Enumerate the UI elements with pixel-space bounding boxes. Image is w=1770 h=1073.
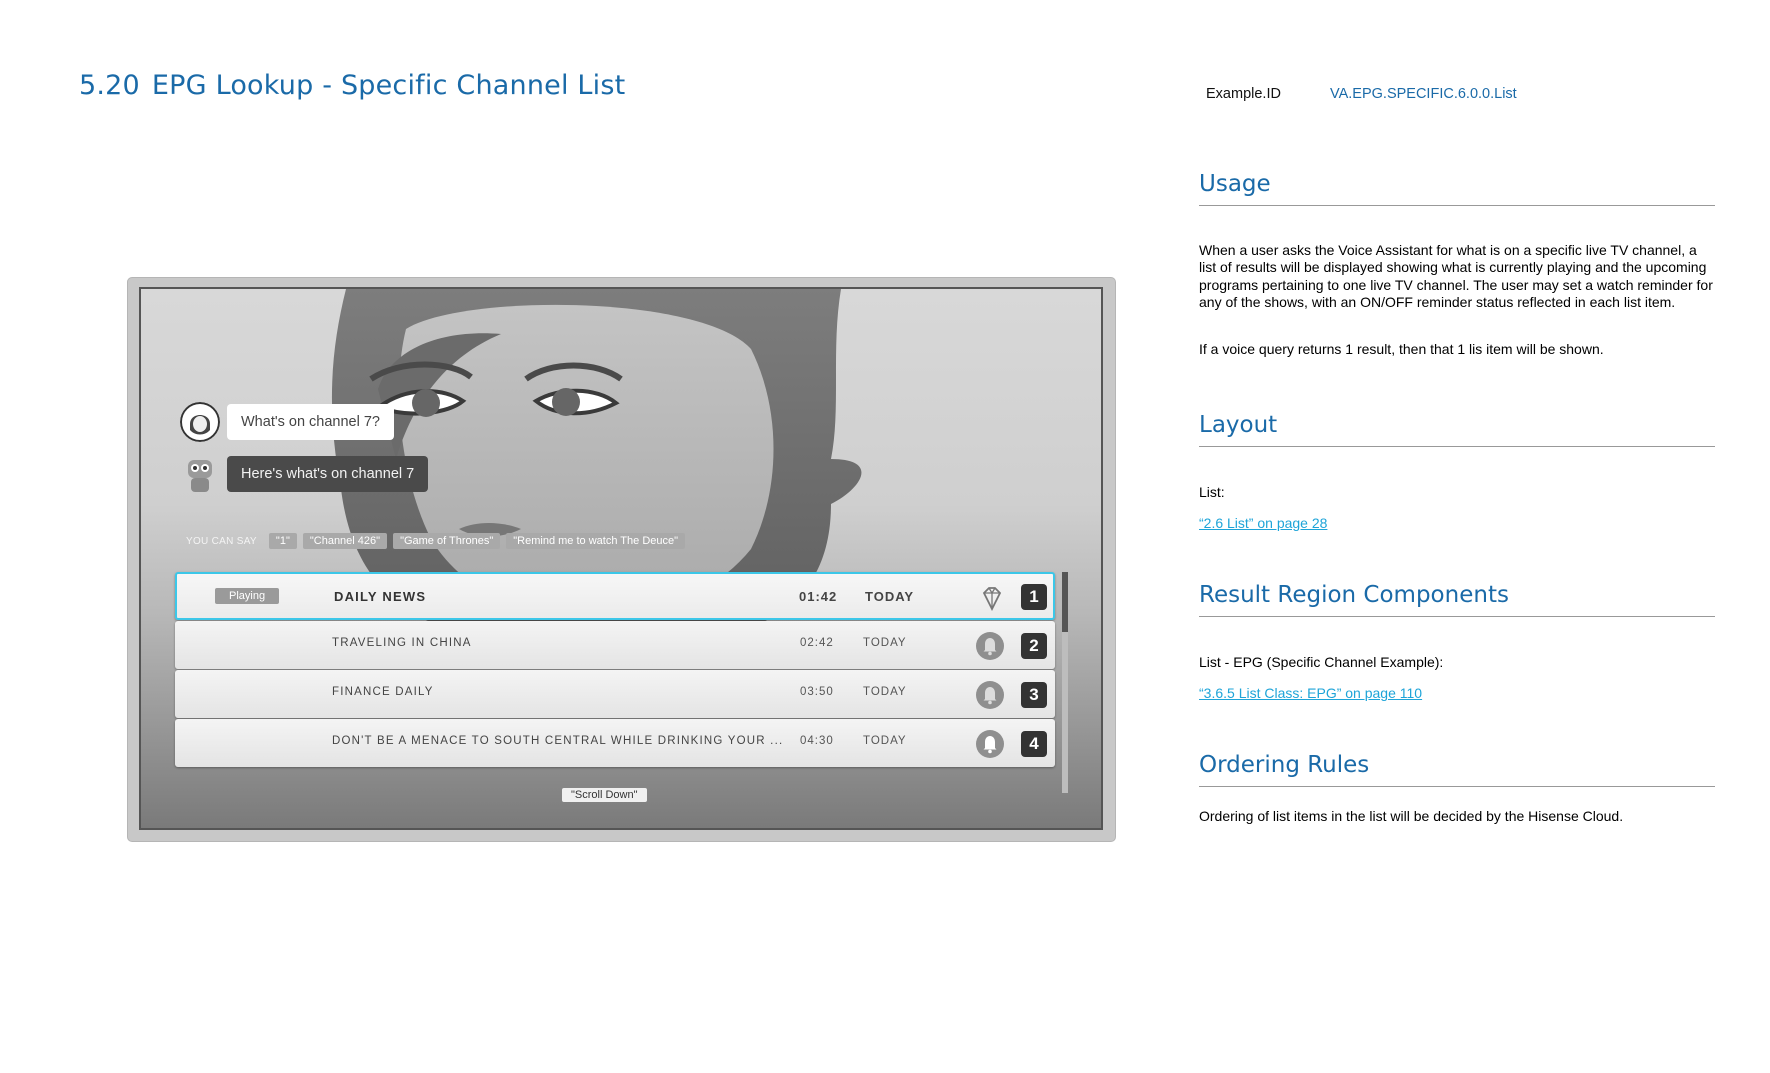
bell-icon[interactable] bbox=[975, 631, 1005, 661]
program-time: 04:30 bbox=[800, 735, 834, 747]
assistant-reply-bubble: Here's what's on channel 7 bbox=[227, 456, 429, 492]
ordering-text: Ordering of list items in the list will … bbox=[1199, 808, 1624, 824]
result-region-label: List - EPG (Specific Channel Example): bbox=[1199, 654, 1444, 670]
tv-screen: What's on channel 7? Here's what's on ch… bbox=[139, 287, 1103, 830]
layout-link[interactable]: “2.6 List” on page 28 bbox=[1199, 515, 1327, 531]
item-number: 3 bbox=[1021, 682, 1047, 708]
program-time: 03:50 bbox=[800, 686, 834, 698]
usage-paragraph-1: When a user asks the Voice Assistant for… bbox=[1199, 242, 1713, 311]
section-number: 5.20 bbox=[79, 70, 140, 101]
usage-paragraph-2: If a voice query returns 1 result, then … bbox=[1199, 341, 1604, 357]
diamond-icon bbox=[982, 587, 1002, 612]
program-title: TRAVELING IN CHINA bbox=[332, 637, 472, 649]
program-day: TODAY bbox=[863, 637, 907, 649]
program-day: TODAY bbox=[865, 589, 915, 604]
user-query-row: What's on channel 7? bbox=[180, 402, 394, 442]
result-region-link[interactable]: “3.6.5 List Class: EPG” on page 110 bbox=[1199, 685, 1422, 701]
assistant-robot-icon bbox=[188, 460, 212, 492]
bell-icon[interactable] bbox=[975, 680, 1005, 710]
user-avatar-icon bbox=[180, 402, 220, 442]
epg-list-item[interactable]: FINANCE DAILY 03:50 TODAY 3 bbox=[175, 670, 1055, 718]
item-number: 2 bbox=[1021, 633, 1047, 659]
you-can-say-label: YOU CAN SAY bbox=[186, 535, 257, 547]
bell-icon[interactable] bbox=[975, 729, 1005, 759]
program-title: DAILY NEWS bbox=[334, 589, 427, 604]
assistant-reply-row: Here's what's on channel 7 bbox=[180, 454, 429, 494]
section-title: EPG Lookup - Specific Channel List bbox=[151, 70, 626, 101]
program-day: TODAY bbox=[863, 735, 907, 747]
item-number: 4 bbox=[1021, 731, 1047, 757]
epg-list-item[interactable]: TRAVELING IN CHINA 02:42 TODAY 2 bbox=[175, 621, 1055, 669]
scroll-down-hint[interactable]: "Scroll Down" bbox=[562, 788, 647, 802]
item-number: 1 bbox=[1021, 584, 1047, 610]
user-query-bubble: What's on channel 7? bbox=[227, 404, 394, 440]
example-id-label: Example.ID bbox=[1206, 86, 1281, 102]
program-day: TODAY bbox=[863, 686, 907, 698]
epg-list-item[interactable]: DON'T BE A MENACE TO SOUTH CENTRAL WHILE… bbox=[175, 719, 1055, 767]
you-can-say-bar: YOU CAN SAY "1" "Channel 426" "Game of T… bbox=[186, 533, 686, 549]
result-region-heading: Result Region Components bbox=[1199, 582, 1715, 617]
epg-list-item[interactable]: Playing DAILY NEWS 01:42 TODAY 1 bbox=[175, 572, 1055, 620]
playing-badge: Playing bbox=[215, 588, 280, 604]
suggestion-chip[interactable]: "Remind me to watch The Deuce" bbox=[506, 533, 686, 549]
page-title: 5.20 EPG Lookup - Specific Channel List bbox=[79, 70, 625, 101]
example-id-value: VA.EPG.SPECIFIC.6.0.0.List bbox=[1330, 86, 1517, 102]
list-scrollbar[interactable] bbox=[1062, 572, 1068, 793]
suggestion-chip[interactable]: "Channel 426" bbox=[302, 533, 388, 549]
layout-label: List: bbox=[1199, 484, 1225, 500]
program-time: 01:42 bbox=[799, 589, 838, 604]
scrollbar-thumb[interactable] bbox=[1062, 572, 1068, 632]
program-title: FINANCE DAILY bbox=[332, 686, 434, 698]
tv-mockup: What's on channel 7? Here's what's on ch… bbox=[128, 278, 1115, 841]
usage-heading: Usage bbox=[1199, 171, 1715, 206]
program-time: 02:42 bbox=[800, 637, 834, 649]
suggestion-chip[interactable]: "1" bbox=[268, 533, 297, 549]
program-title: DON'T BE A MENACE TO SOUTH CENTRAL WHILE… bbox=[332, 735, 784, 747]
suggestion-chip[interactable]: "Game of Thrones" bbox=[393, 533, 501, 549]
ordering-heading: Ordering Rules bbox=[1199, 752, 1715, 787]
layout-heading: Layout bbox=[1199, 412, 1715, 447]
